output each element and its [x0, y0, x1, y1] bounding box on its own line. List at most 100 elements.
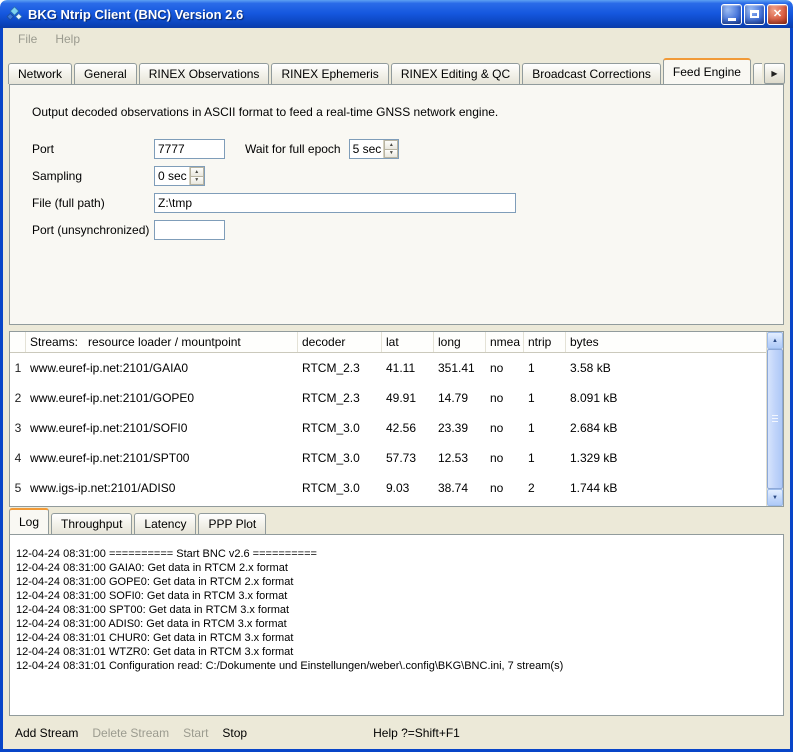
spin-up-icon[interactable]: ▲: [384, 140, 398, 149]
port-input[interactable]: [154, 139, 225, 159]
sampling-row: Sampling 0 sec ▲ ▼: [32, 166, 769, 186]
spin-up-icon[interactable]: ▲: [190, 167, 204, 176]
stream-decoder: RTCM_3.0: [298, 421, 382, 435]
stream-ntrip: 1: [524, 421, 566, 435]
header-decoder[interactable]: decoder: [298, 332, 382, 352]
table-row[interactable]: 4 www.euref-ip.net:2101/SPT00 RTCM_3.0 5…: [10, 443, 766, 473]
wait-epoch-value: 5 sec: [350, 140, 384, 158]
log-line: 12-04-24 08:31:00 SOFI0: Get data in RTC…: [16, 589, 777, 603]
menu-bar: FileHelp: [3, 28, 790, 50]
scroll-up-icon[interactable]: ▲: [767, 332, 783, 349]
stream-ntrip: 2: [524, 481, 566, 495]
table-row[interactable]: 3 www.euref-ip.net:2101/SOFI0 RTCM_3.0 4…: [10, 413, 766, 443]
minimize-icon: [728, 18, 736, 21]
table-row[interactable]: 5 www.igs-ip.net:2101/ADIS0 RTCM_3.0 9.0…: [10, 473, 766, 503]
header-mountpoint[interactable]: Streams: resource loader / mountpoint: [26, 332, 298, 352]
tab-serial-ou[interactable]: Serial Ou: [753, 63, 762, 84]
window-body: FileHelp NetworkGeneralRINEX Observation…: [0, 28, 793, 752]
stop-button[interactable]: Stop: [222, 726, 247, 740]
stream-bytes: 1.329 kB: [566, 451, 766, 465]
tab-rinex-ephemeris[interactable]: RINEX Ephemeris: [271, 63, 388, 84]
row-number: 3: [10, 421, 26, 435]
tab-scroll-right-button[interactable]: ▶: [764, 63, 785, 84]
bnc-window: BKG Ntrip Client (BNC) Version 2.6 ✕ Fil…: [0, 0, 793, 752]
table-row[interactable]: 2 www.euref-ip.net:2101/GOPE0 RTCM_2.3 4…: [10, 383, 766, 413]
tab-strip: NetworkGeneralRINEX ObservationsRINEX Ep…: [8, 57, 762, 84]
wait-epoch-label: Wait for full epoch: [245, 142, 341, 156]
tab-network[interactable]: Network: [8, 63, 72, 84]
header-long[interactable]: long: [434, 332, 486, 352]
close-icon: ✕: [773, 9, 782, 20]
log-line: 12-04-24 08:31:00 ========== Start BNC v…: [16, 547, 777, 561]
tab-rinex-editing-qc[interactable]: RINEX Editing & QC: [391, 63, 520, 84]
tab-general[interactable]: General: [74, 63, 137, 84]
streams-table: Streams: resource loader / mountpoint de…: [9, 331, 784, 507]
stream-long: 12.53: [434, 451, 486, 465]
file-path-input[interactable]: [154, 193, 516, 213]
stream-nmea: no: [486, 481, 524, 495]
tab-throughput[interactable]: Throughput: [51, 513, 132, 534]
header-lat[interactable]: lat: [382, 332, 434, 352]
feed-engine-description: Output decoded observations in ASCII for…: [32, 105, 769, 119]
log-line: 12-04-24 08:31:00 SPT00: Get data in RTC…: [16, 603, 777, 617]
delete-stream-button: Delete Stream: [92, 726, 169, 740]
tab-ppp-plot[interactable]: PPP Plot: [198, 513, 266, 534]
log-line: 12-04-24 08:31:01 Configuration read: C:…: [16, 659, 777, 673]
log-line: 12-04-24 08:31:00 GAIA0: Get data in RTC…: [16, 561, 777, 575]
titlebar[interactable]: BKG Ntrip Client (BNC) Version 2.6 ✕: [0, 0, 793, 28]
row-number: 5: [10, 481, 26, 495]
spin-down-icon[interactable]: ▼: [190, 176, 204, 186]
add-stream-button[interactable]: Add Stream: [15, 726, 78, 740]
tab-log[interactable]: Log: [9, 508, 49, 534]
table-row[interactable]: 1 www.euref-ip.net:2101/GAIA0 RTCM_2.3 4…: [10, 353, 766, 383]
header-bytes[interactable]: bytes: [566, 332, 766, 352]
window-title: BKG Ntrip Client (BNC) Version 2.6: [28, 7, 721, 22]
log-output: 12-04-24 08:31:00 ========== Start BNC v…: [9, 534, 784, 716]
stream-ntrip: 1: [524, 361, 566, 375]
sampling-label: Sampling: [32, 169, 154, 183]
minimize-button[interactable]: [721, 4, 742, 25]
stream-nmea: no: [486, 391, 524, 405]
file-row: File (full path): [32, 193, 769, 213]
scroll-down-icon[interactable]: ▼: [767, 489, 783, 506]
stream-lat: 9.03: [382, 481, 434, 495]
stream-bytes: 3.58 kB: [566, 361, 766, 375]
row-number: 2: [10, 391, 26, 405]
maximize-button[interactable]: [744, 4, 765, 25]
menu-help[interactable]: Help: [46, 30, 89, 48]
stream-lat: 41.11: [382, 361, 434, 375]
spin-down-icon[interactable]: ▼: [384, 149, 398, 159]
tab-rinex-observations[interactable]: RINEX Observations: [139, 63, 270, 84]
wait-epoch-spinner[interactable]: 5 sec ▲ ▼: [349, 139, 400, 159]
log-line: 12-04-24 08:31:01 WTZR0: Get data in RTC…: [16, 645, 777, 659]
close-button[interactable]: ✕: [767, 4, 788, 25]
tab-broadcast-corrections[interactable]: Broadcast Corrections: [522, 63, 661, 84]
stream-lat: 42.56: [382, 421, 434, 435]
menu-file[interactable]: File: [9, 30, 46, 48]
arrow-right-icon: ▶: [771, 70, 777, 78]
help-shortcut-text: Help ?=Shift+F1: [373, 726, 460, 740]
stream-lat: 49.91: [382, 391, 434, 405]
port-unsync-input[interactable]: [154, 220, 225, 240]
stream-mountpoint: www.euref-ip.net:2101/GOPE0: [26, 391, 298, 405]
tab-bar: NetworkGeneralRINEX ObservationsRINEX Ep…: [3, 57, 790, 84]
sampling-spinner[interactable]: 0 sec ▲ ▼: [154, 166, 205, 186]
streams-table-header: Streams: resource loader / mountpoint de…: [10, 332, 766, 353]
streams-scrollbar[interactable]: ▲ ▼: [766, 332, 783, 506]
bottom-tab-strip: LogThroughputLatencyPPP Plot: [3, 510, 790, 534]
stream-nmea: no: [486, 451, 524, 465]
port-unsync-row: Port (unsynchronized): [32, 220, 769, 240]
port-label: Port: [32, 142, 154, 156]
header-nmea[interactable]: nmea: [486, 332, 524, 352]
stream-mountpoint: www.euref-ip.net:2101/GAIA0: [26, 361, 298, 375]
log-line: 12-04-24 08:31:00 ADIS0: Get data in RTC…: [16, 617, 777, 631]
stream-nmea: no: [486, 421, 524, 435]
stream-bytes: 8.091 kB: [566, 391, 766, 405]
tab-latency[interactable]: Latency: [134, 513, 196, 534]
stream-decoder: RTCM_2.3: [298, 361, 382, 375]
header-ntrip[interactable]: ntrip: [524, 332, 566, 352]
scrollbar-thumb[interactable]: [767, 349, 783, 489]
tab-feed-engine[interactable]: Feed Engine: [663, 58, 751, 84]
stream-mountpoint: www.euref-ip.net:2101/SPT00: [26, 451, 298, 465]
stream-long: 23.39: [434, 421, 486, 435]
